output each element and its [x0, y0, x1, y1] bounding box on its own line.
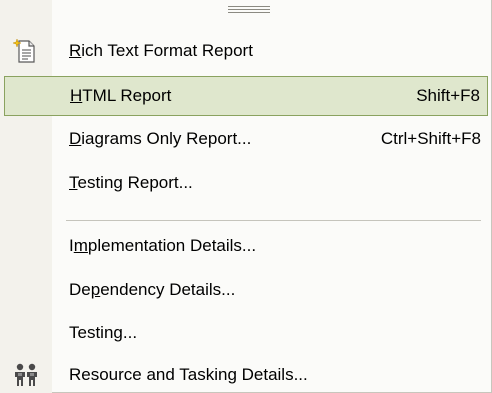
menu-item-testing[interactable]: Testing...	[0, 313, 492, 353]
menu-item-label: Implementation Details...	[69, 236, 257, 255]
menu-item-diagrams-only-report[interactable]: Diagrams Only Report... Ctrl+Shift+F8	[0, 119, 492, 159]
menu-item-label: Dependency Details...	[69, 280, 236, 299]
menu-item-html-report[interactable]: HTML Report Shift+F8	[4, 76, 488, 116]
menu-item-implementation-details[interactable]: Implementation Details...	[0, 226, 492, 266]
menu-item-label: HTML Report	[70, 86, 172, 105]
menu-separator	[66, 220, 481, 221]
people-resource-icon	[15, 363, 37, 386]
menu-item-label: Testing Report...	[69, 173, 193, 192]
menu-item-shortcut: Ctrl+Shift+F8	[380, 129, 481, 148]
menu-item-resource-and-tasking-details[interactable]: Resource and Tasking Details...	[0, 355, 492, 393]
menu-item-dependency-details[interactable]: Dependency Details...	[0, 270, 492, 310]
document-report-icon	[12, 38, 35, 63]
context-menu: Rich Text Format Report HTML Report Shif…	[0, 0, 492, 393]
menu-item-label: Diagrams Only Report...	[69, 129, 252, 148]
menu-item-shortcut: Shift+F8	[416, 86, 480, 105]
menu-item-testing-report[interactable]: Testing Report...	[0, 163, 492, 203]
menu-item-label: Resource and Tasking Details...	[69, 365, 308, 384]
menu-drag-grip[interactable]	[228, 6, 270, 13]
menu-item-label: Rich Text Format Report	[69, 41, 253, 60]
menu-item-rich-text-format-report[interactable]: Rich Text Format Report	[0, 31, 492, 71]
menu-item-label: Testing...	[69, 323, 138, 342]
